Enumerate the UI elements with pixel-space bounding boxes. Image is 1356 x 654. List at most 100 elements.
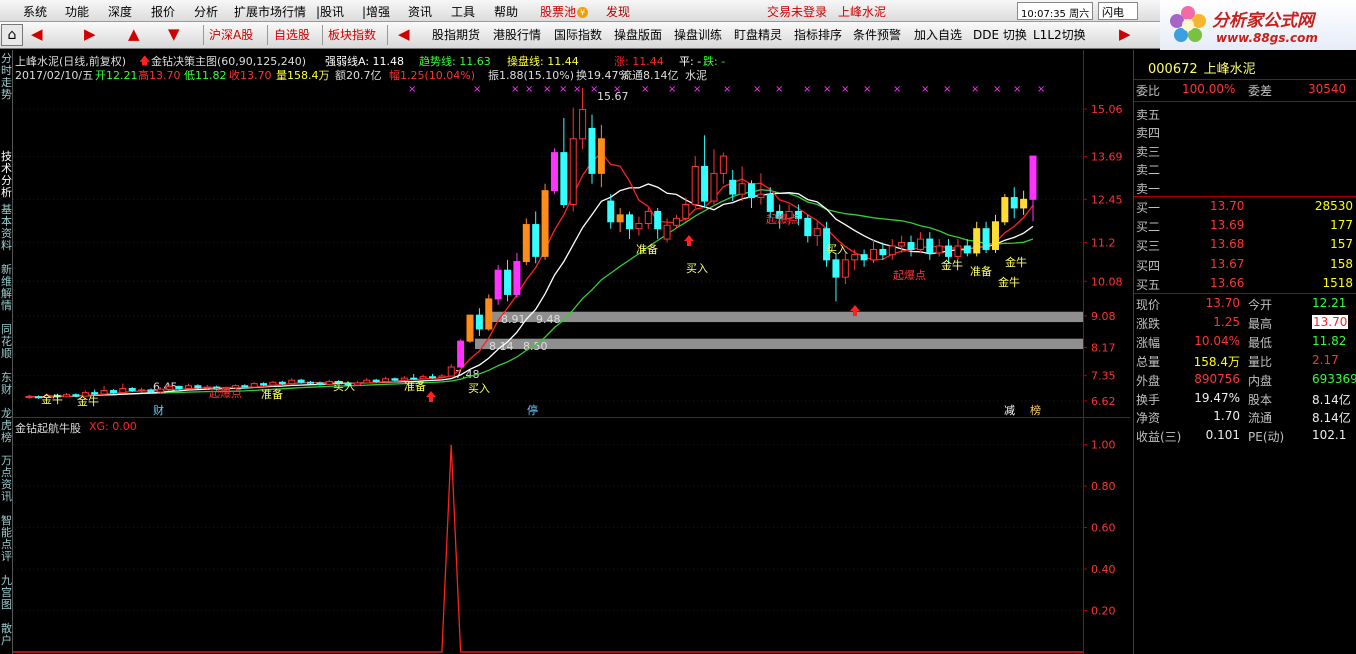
candle-body — [748, 183, 756, 199]
menu-item-quote[interactable]: 报价 — [151, 3, 175, 20]
left-tab-nine-grid[interactable]: 九宫图 — [0, 575, 13, 611]
candle-body — [128, 387, 136, 392]
candle-body — [325, 381, 333, 385]
tab-trading-practice[interactable]: 操盘训练 — [674, 26, 722, 43]
left-tab-xinwei[interactable]: 新维解情 — [0, 264, 13, 312]
tab-watchlist[interactable]: 自选股 — [274, 26, 310, 43]
stat-label-left: 涨跌 — [1136, 316, 1161, 331]
tab-index-futures[interactable]: 股指期货 — [432, 26, 480, 43]
left-tab-dragon-tiger[interactable]: 龙虎榜 — [0, 408, 13, 444]
sell-level-row[interactable]: 卖二 — [1136, 160, 1356, 179]
signal-x-marker: × — [543, 84, 551, 95]
menu-item-help[interactable]: 帮助 — [494, 3, 518, 20]
event-label: 停 — [527, 403, 538, 417]
order-ratio-value: 100.00% — [1182, 82, 1236, 96]
signal-x-marker: × — [723, 84, 731, 95]
tab-sector-index[interactable]: 板块指数 — [328, 26, 376, 43]
menu-item-enhance[interactable]: |增强 — [362, 3, 390, 20]
bar-volume: 量158.4万 — [276, 69, 330, 82]
buy-level-row[interactable]: 买四 13.67 158 — [1136, 256, 1356, 275]
kline-chart-svg[interactable]: 8.91 9.488.14 8.506.457.48 × × × × × × × × × × × × × × ×… — [13, 50, 1130, 654]
quote-stat-row: 收益(三) 0.101 PE(动) 102.1 — [1136, 427, 1356, 446]
sell-level-row[interactable]: 卖一 — [1136, 179, 1356, 198]
home-icon[interactable]: ⌂ — [1, 24, 23, 46]
candle-body — [916, 238, 924, 250]
bar-open: 开12.21 — [95, 69, 138, 82]
arrow-right-icon[interactable]: ▶ — [84, 25, 96, 43]
menu-item-stock-pool[interactable]: 股票池 ¥ — [540, 3, 589, 20]
toolbar-scroll-right-icon[interactable]: ▶ — [1119, 25, 1131, 43]
arrow-up-icon[interactable]: ▲ — [128, 25, 140, 43]
candle-body — [851, 254, 859, 261]
candle-body — [898, 242, 906, 247]
sell-level-row[interactable]: 卖三 — [1136, 142, 1356, 161]
logo-url[interactable]: www.88gs.com — [1216, 31, 1318, 45]
tab-watch-genie[interactable]: 盯盘精灵 — [734, 26, 782, 43]
signal-x-marker: × — [971, 84, 979, 95]
stat-label-right: 今开 — [1248, 298, 1273, 312]
candle-body — [297, 379, 305, 383]
candle-body — [832, 259, 840, 278]
left-tab-fundamentals[interactable]: 基本资料 — [0, 204, 13, 252]
tab-l1l2-switch[interactable]: L1L2切换 — [1033, 26, 1086, 43]
candle-body — [156, 388, 164, 393]
stat-label-right: PE(动) — [1248, 430, 1285, 445]
menu-item-news[interactable]: 资讯 — [408, 3, 432, 20]
candle-body — [804, 217, 812, 237]
candle-body — [138, 389, 146, 392]
left-tab-tonghuashun[interactable]: 同花顺 — [0, 324, 13, 360]
left-tab-technical[interactable]: 技术分析 — [0, 151, 13, 199]
left-tab-timeshare[interactable]: 分时走势 — [0, 53, 13, 101]
tab-sh-sz-a-shares[interactable]: 沪深A股 — [209, 26, 253, 43]
sub-indicator-name[interactable]: 金钻起航牛股 — [15, 420, 81, 436]
buy-level-row[interactable]: 买三 13.68 157 — [1136, 236, 1356, 255]
menu-item-extended-market[interactable]: 扩展市场行情 — [234, 3, 306, 20]
left-tab-eastmoney[interactable]: 东财 — [0, 372, 13, 396]
arrow-left-icon[interactable]: ◀ — [31, 25, 43, 43]
sell-level-row[interactable]: 卖五 — [1136, 105, 1356, 124]
signal-annotation: 准备 — [261, 387, 283, 401]
candle-body — [466, 314, 474, 342]
buy-level-price: 13.69 — [1210, 218, 1245, 233]
arrow-down-icon[interactable]: ▼ — [168, 25, 180, 43]
menu-item-depth[interactable]: 深度 — [108, 3, 132, 20]
candle-body — [91, 392, 99, 395]
candle-body — [560, 152, 568, 205]
stat-value-left: 1.70 — [1213, 409, 1240, 424]
buy-level-volume: 28530 — [1314, 199, 1353, 213]
menu-item-stock-news[interactable]: |股讯 — [316, 3, 344, 20]
trade-login-status[interactable]: 交易未登录 — [767, 3, 827, 20]
left-tab-smart-comment[interactable]: 智能点评 — [0, 515, 13, 563]
chart-area[interactable]: 8.91 9.48 8.14 8.50 6.45 7.48 × × × × × × × × × × × × × × ×… — [13, 50, 1130, 654]
menu-item-system[interactable]: 系统 — [23, 3, 47, 20]
stat-value-right: 693369 — [1312, 371, 1356, 386]
menu-item-discover[interactable]: 发现 — [606, 3, 630, 20]
left-tab-retail[interactable]: 散户 — [0, 623, 13, 647]
left-tab-wandian-news[interactable]: 万点资讯 — [0, 455, 13, 503]
candle-body — [363, 379, 371, 384]
tab-condition-alert[interactable]: 条件预警 — [853, 26, 901, 43]
flash-trade-button[interactable]: 闪电手 — [1098, 2, 1138, 35]
buy-level-label: 买四 — [1136, 258, 1161, 273]
buy-level-row[interactable]: 买五 13.66 1518 — [1136, 275, 1356, 294]
menu-item-tools[interactable]: 工具 — [451, 3, 475, 20]
menu-item-analysis[interactable]: 分析 — [194, 3, 218, 20]
buy-level-row[interactable]: 买一 13.70 28530 — [1136, 198, 1356, 217]
y-tick-label: 8.17 — [1091, 341, 1116, 354]
signal-annotation: 金牛 — [77, 394, 99, 408]
tab-dde-switch[interactable]: DDE 切换 — [973, 26, 1027, 43]
candle-body — [954, 245, 962, 257]
tab-indicator-sort[interactable]: 指标排序 — [794, 26, 842, 43]
candle-body — [607, 200, 615, 223]
buy-level-row[interactable]: 买二 13.69 177 — [1136, 217, 1356, 236]
sell-level-row[interactable]: 卖四 — [1136, 123, 1356, 142]
toolbar-scroll-left-icon[interactable]: ◀ — [398, 25, 410, 43]
y-tick-label: 12.45 — [1091, 193, 1123, 206]
menu-item-function[interactable]: 功能 — [65, 3, 89, 20]
tab-intl-index[interactable]: 国际指数 — [554, 26, 602, 43]
tab-add-watchlist[interactable]: 加入自选 — [914, 26, 962, 43]
tab-hk-stocks[interactable]: 港股行情 — [493, 26, 541, 43]
candle-body — [185, 385, 193, 389]
y-tick-label: 7.35 — [1091, 370, 1116, 383]
tab-trading-layout[interactable]: 操盘版面 — [614, 26, 662, 43]
